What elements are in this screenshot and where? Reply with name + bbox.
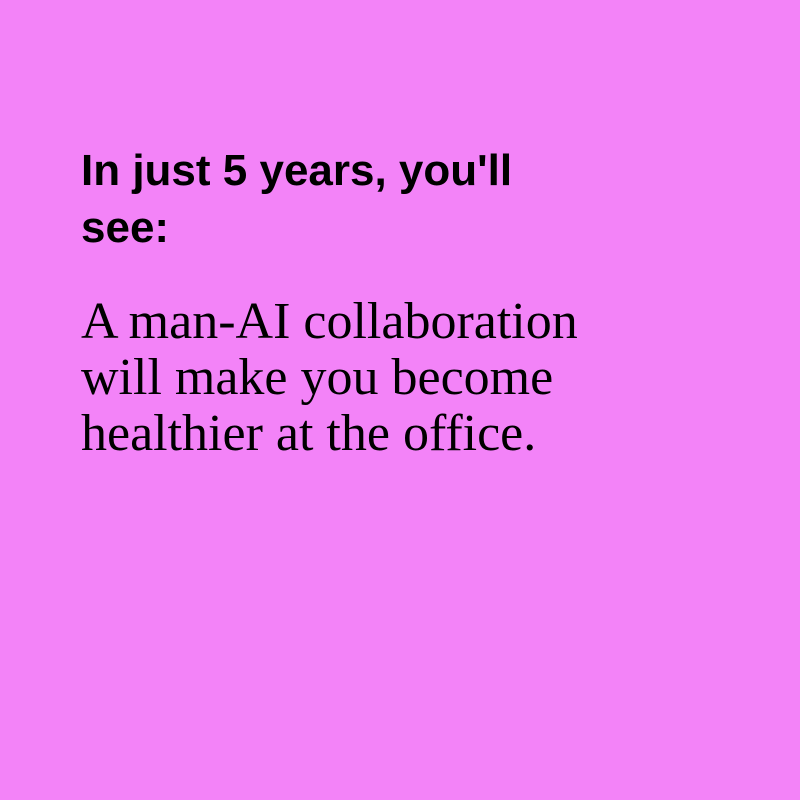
headline-line: In just 5 years, you'll xyxy=(81,146,513,195)
body-line: will make you become xyxy=(81,349,554,406)
body-line: A man-AI collaboration xyxy=(81,293,578,350)
headline: In just 5 years, you'll see: xyxy=(81,142,721,256)
post-card: In just 5 years, you'll see: A man-AI co… xyxy=(0,0,800,800)
headline-line: see: xyxy=(81,203,170,252)
body-text: A man-AI collaboration will make you bec… xyxy=(81,294,721,462)
body-line: healthier at the office. xyxy=(81,405,537,462)
